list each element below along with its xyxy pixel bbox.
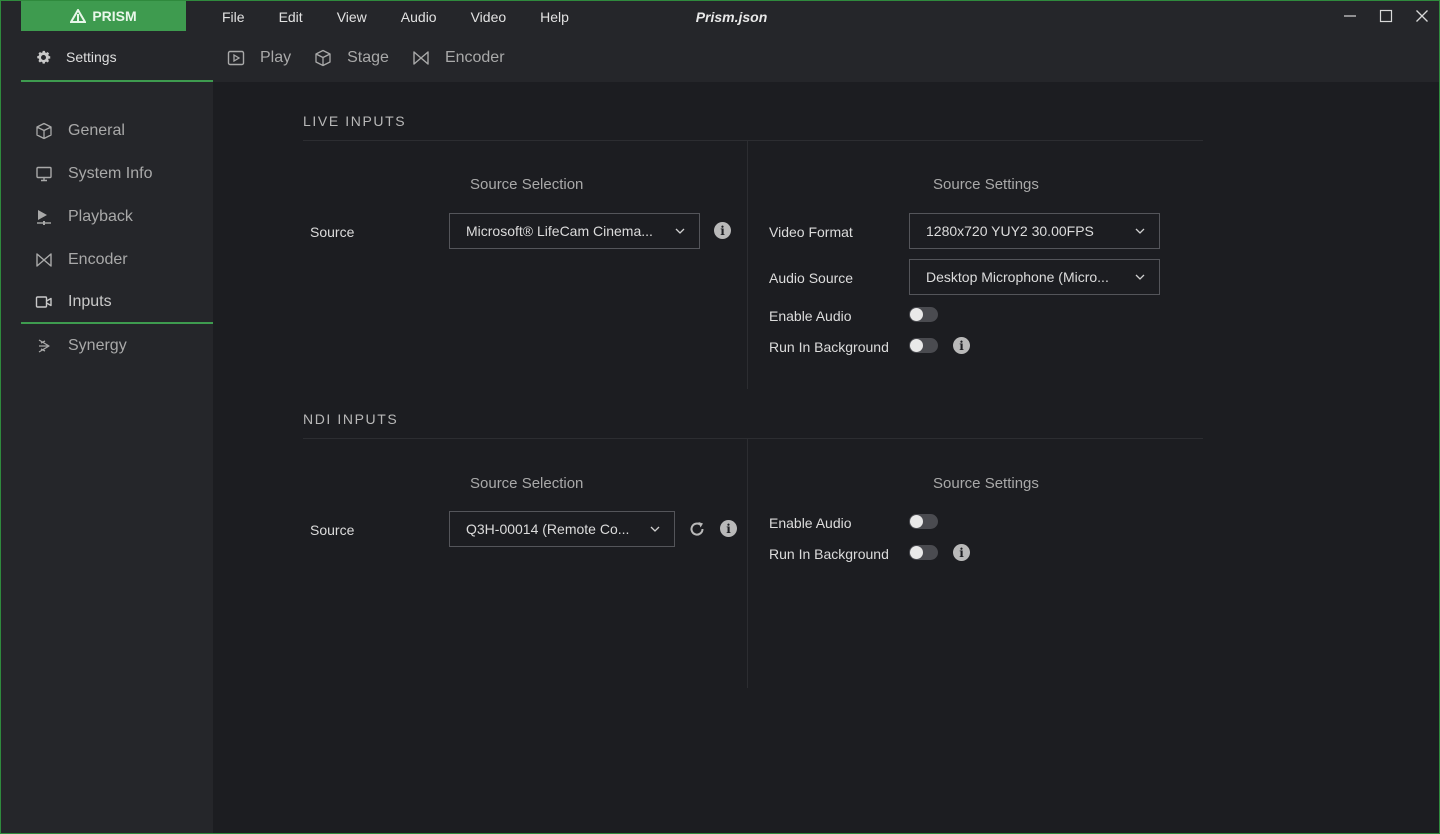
close-button[interactable] [1404,0,1440,32]
refresh-icon[interactable] [688,520,706,538]
sidebar-item-synergy[interactable]: Synergy [21,324,213,367]
synergy-icon [38,338,50,353]
ndi-source-selection-header: Source Selection [470,475,584,492]
chevron-down-icon [1135,274,1145,280]
sidebar-item-label: Synergy [68,336,127,354]
ndi-inputs-column-divider [747,439,748,688]
camera-icon [35,295,52,308]
tab-stage[interactable]: Stage [314,49,389,67]
live-inputs-column-divider [747,141,748,389]
live-enable-audio-toggle[interactable] [909,307,938,322]
maximize-button[interactable] [1368,0,1404,32]
toolbar-tabs: Play Stage Encoder [213,34,528,82]
tab-stage-label: Stage [347,49,389,66]
ndi-source-settings-header: Source Settings [933,475,1039,492]
ndi-inputs-divider [303,438,1203,439]
ndi-source-value: Q3H-00014 (Remote Co... [466,521,630,537]
encoder-icon [36,252,52,267]
ndi-run-in-background-info-icon[interactable]: i [953,544,970,561]
sidebar-item-label: Playback [68,207,133,225]
chevron-down-icon [650,526,660,532]
cube-icon [36,122,52,139]
live-source-label: Source [310,224,355,240]
live-source-value: Microsoft® LifeCam Cinema... [466,223,653,239]
window-frame [0,0,1440,834]
ndi-source-info-icon[interactable]: i [720,520,737,537]
sidebar-item-label: General [68,121,125,139]
maximize-icon [1379,9,1393,23]
chevron-down-icon [1135,228,1145,234]
sidebar-item-system-info[interactable]: System Info [21,152,213,195]
ndi-inputs-title: NDI INPUTS [303,411,399,427]
sidebar-item-label: Inputs [68,292,112,310]
ndi-source-dropdown[interactable]: Q3H-00014 (Remote Co... [449,511,675,547]
live-source-dropdown[interactable]: Microsoft® LifeCam Cinema... [449,213,700,249]
live-run-in-background-label: Run In Background [769,339,889,355]
live-inputs-title: LIVE INPUTS [303,113,407,129]
gear-icon [37,50,51,64]
window-controls [1332,0,1440,32]
audio-source-value: Desktop Microphone (Micro... [926,269,1109,285]
ndi-run-in-background-toggle[interactable] [909,545,938,560]
live-run-in-background-info-icon[interactable]: i [953,337,970,354]
live-inputs-divider [303,140,1203,141]
chevron-down-icon [675,228,685,234]
play-frame-icon [227,50,245,66]
close-icon [1416,10,1428,22]
sidebar-item-inputs[interactable]: Inputs [21,281,213,324]
monitor-icon [36,166,52,181]
sidebar-item-label: Encoder [68,250,128,268]
live-enable-audio-label: Enable Audio [769,308,852,324]
sidebar-item-label: System Info [68,164,153,182]
ndi-run-in-background-label: Run In Background [769,546,889,562]
title-bar: PRISM File Edit View Audio Video Help Pr… [0,0,1440,34]
cube-icon [315,49,331,67]
live-source-selection-header: Source Selection [470,176,584,193]
minimize-button[interactable] [1332,0,1368,32]
sidebar-item-encoder[interactable]: Encoder [21,238,213,281]
audio-source-label: Audio Source [769,270,854,286]
tab-settings[interactable]: Settings [21,34,213,82]
tab-play[interactable]: Play [227,49,291,67]
tab-play-label: Play [260,49,292,66]
video-format-dropdown[interactable]: 1280x720 YUY2 30.00FPS [909,213,1160,249]
live-run-in-background-toggle[interactable] [909,338,938,353]
video-format-value: 1280x720 YUY2 30.00FPS [926,223,1094,239]
sidebar: General System Info Playback Encoder Inp… [0,82,213,834]
live-source-settings-header: Source Settings [933,176,1039,193]
sidebar-item-general[interactable]: General [21,109,213,152]
sidebar-item-playback[interactable]: Playback [21,195,213,238]
ndi-source-label: Source [310,522,355,538]
minimize-icon [1344,15,1356,17]
top-toolbar: Settings Play Stage Encoder [0,34,1440,82]
playback-icon [37,209,51,225]
ndi-enable-audio-label: Enable Audio [769,515,852,531]
live-source-info-icon[interactable]: i [714,222,731,239]
video-format-label: Video Format [769,224,853,240]
ndi-enable-audio-toggle[interactable] [909,514,938,529]
window-title: Prism.json [695,9,768,25]
audio-source-dropdown[interactable]: Desktop Microphone (Micro... [909,259,1160,295]
settings-label: Settings [66,49,117,65]
tab-encoder[interactable]: Encoder [412,49,505,67]
encoder-icon [413,51,429,65]
tab-encoder-label: Encoder [444,49,505,66]
